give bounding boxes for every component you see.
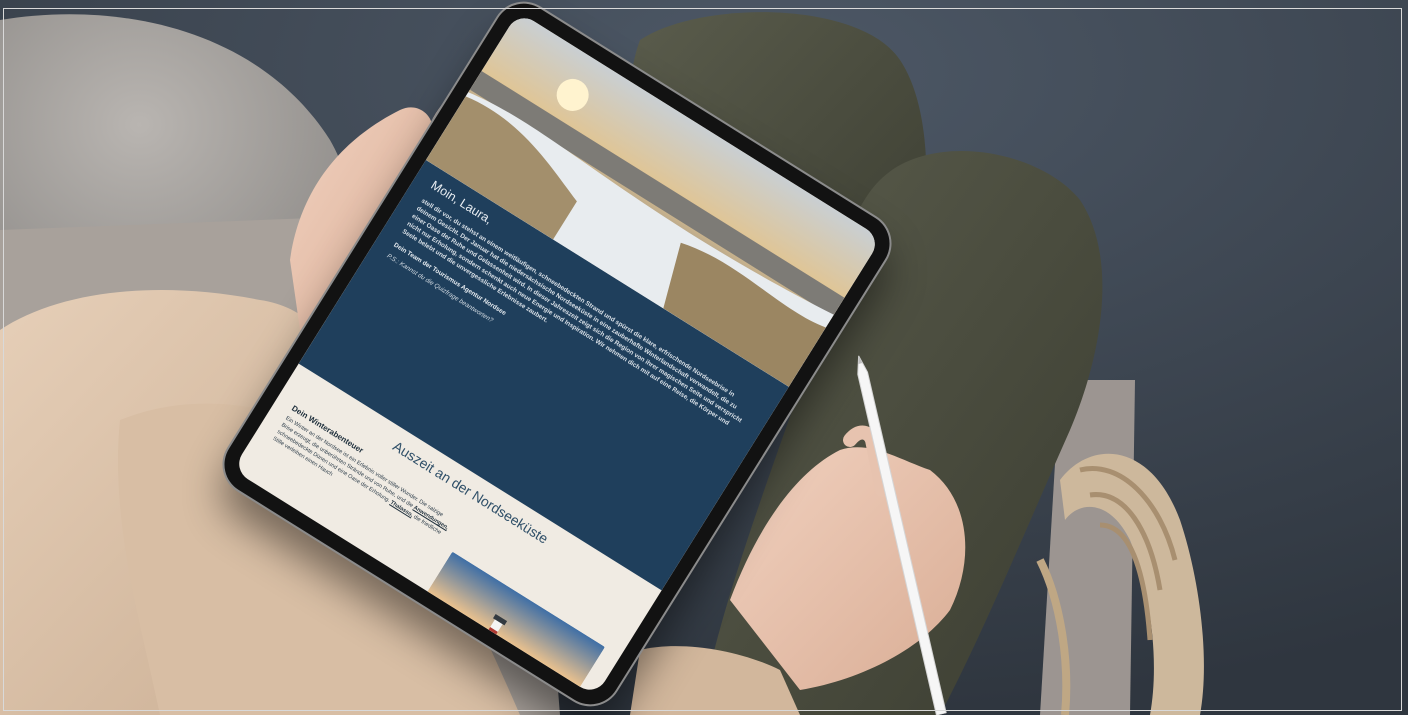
photo-stage: Moin, Laura, stell dir vor, du stehst an… [0, 0, 1408, 715]
